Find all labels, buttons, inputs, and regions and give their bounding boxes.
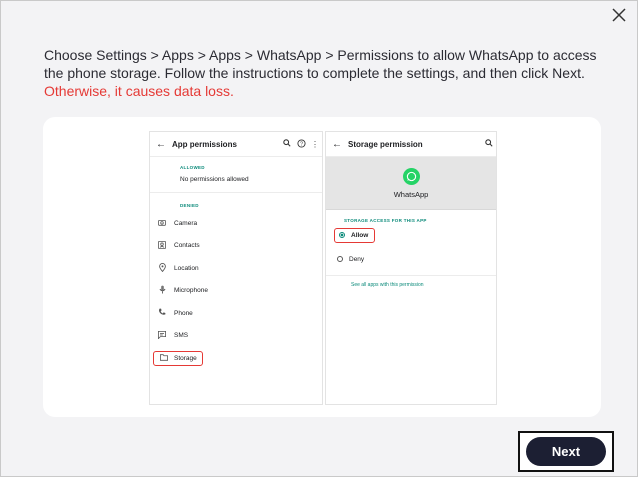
app-permissions-screen: ← App permissions ? ⋮ ALLOWED No permiss…: [149, 131, 323, 405]
search-icon: [280, 139, 294, 149]
svg-text:?: ?: [300, 141, 303, 147]
divider: [326, 275, 496, 276]
app-permissions-topbar: ← App permissions ? ⋮: [150, 132, 322, 157]
option-allow[interactable]: Allow: [326, 223, 496, 247]
screen-title: Storage permission: [348, 139, 423, 149]
permission-item-sms: SMS: [150, 325, 322, 348]
app-header: WhatsApp: [326, 157, 496, 210]
permission-label: Camera: [174, 219, 198, 227]
permission-item-contacts: Contacts: [150, 235, 322, 258]
option-label: Allow: [351, 231, 369, 239]
permission-item-location: Location: [150, 257, 322, 280]
search-icon: [482, 139, 496, 149]
folder-icon: [154, 354, 174, 363]
see-all-apps-link[interactable]: See all apps with this permission: [326, 282, 496, 288]
next-button[interactable]: Next: [526, 437, 606, 466]
location-icon: [150, 262, 174, 274]
back-arrow-icon: ←: [156, 138, 166, 150]
phone-icon: [150, 308, 174, 318]
permission-dialog: Choose Settings > Apps > Apps > WhatsApp…: [0, 0, 638, 477]
permission-label: Storage: [174, 354, 197, 362]
option-label: Deny: [349, 255, 365, 263]
permission-item-camera: Camera: [150, 212, 322, 235]
allow-highlight[interactable]: Allow: [334, 227, 376, 243]
help-icon: ?: [294, 138, 308, 150]
microphone-icon: [150, 285, 174, 296]
screen-title: App permissions: [172, 139, 237, 149]
radio-unselected-icon[interactable]: [337, 256, 343, 262]
contacts-icon: [150, 240, 174, 251]
radio-selected-icon[interactable]: [339, 232, 345, 238]
storage-permission-topbar: ← Storage permission: [326, 132, 496, 157]
app-name: WhatsApp: [393, 189, 429, 199]
permission-label: Microphone: [174, 287, 208, 295]
permission-label: SMS: [174, 332, 189, 340]
storage-highlight[interactable]: Storage: [153, 350, 203, 366]
back-arrow-icon: ←: [332, 138, 342, 150]
no-permissions-text: No permissions allowed: [180, 175, 249, 183]
camera-icon: [150, 219, 174, 228]
sms-icon: [150, 330, 174, 341]
illustration-panel: ← App permissions ? ⋮ ALLOWED No permiss…: [43, 117, 601, 417]
permission-label: Phone: [174, 309, 193, 317]
option-deny[interactable]: Deny: [326, 247, 496, 271]
permission-item-storage[interactable]: Storage: [150, 347, 322, 370]
permission-label: Contacts: [174, 242, 200, 250]
more-vert-icon: ⋮: [311, 139, 319, 149]
warning-text: Otherwise, it causes data loss.: [44, 83, 234, 99]
permission-item-microphone: Microphone: [150, 280, 322, 303]
whatsapp-logo-icon: [402, 167, 420, 185]
permission-label: Location: [174, 264, 199, 272]
instruction-text: Choose Settings > Apps > Apps > WhatsApp…: [44, 47, 597, 81]
close-icon[interactable]: [609, 5, 629, 25]
divider: [150, 192, 322, 193]
instruction-text-block: Choose Settings > Apps > Apps > WhatsApp…: [44, 46, 604, 100]
storage-permission-screen: ← Storage permission WhatsApp STORAGE AC…: [325, 131, 497, 405]
permission-item-phone: Phone: [150, 302, 322, 325]
next-button-frame: Next: [518, 431, 614, 472]
